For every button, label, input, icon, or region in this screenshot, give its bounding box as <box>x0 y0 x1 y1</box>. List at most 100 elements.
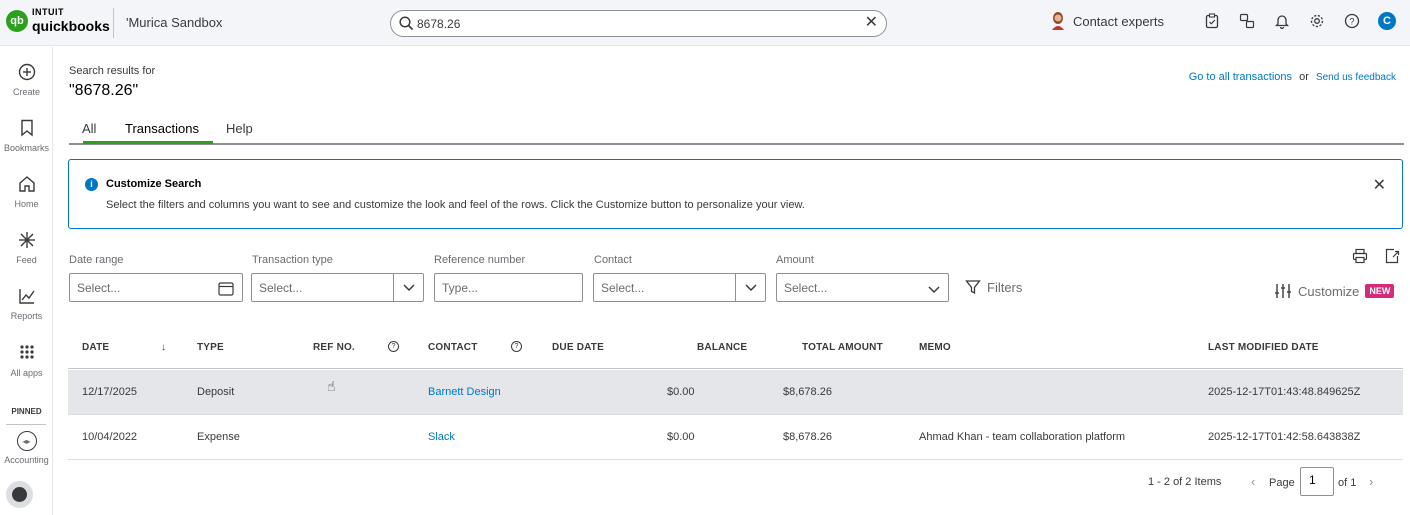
next-page-icon[interactable]: › <box>1369 474 1373 489</box>
cell-last-modified: 2025-12-17T01:42:58.643838Z <box>1208 431 1361 443</box>
amount-label: Amount <box>776 254 814 266</box>
cell-balance: $0.00 <box>667 386 695 398</box>
customize-search-banner: i Customize Search Select the filters an… <box>68 159 1403 229</box>
date-range-input[interactable]: Select... <box>69 273 243 302</box>
settings-gear-icon[interactable] <box>1308 12 1326 30</box>
cell-contact-link[interactable]: Slack <box>428 431 455 443</box>
contact-label: Contact <box>594 254 632 266</box>
rail-item-accounting[interactable]: ◂▸ Accounting <box>0 431 53 465</box>
cell-memo: Ahmad Khan - team collaboration platform <box>919 431 1126 443</box>
page-number-input[interactable]: 1 <box>1300 467 1334 496</box>
rail-item-label: Home <box>14 199 39 209</box>
tab-all[interactable]: All <box>82 121 96 136</box>
send-feedback-link[interactable]: Send us feedback <box>1316 72 1396 83</box>
checklist-icon[interactable] <box>1203 12 1221 30</box>
column-last-modified[interactable]: LAST MODIFIED DATE <box>1208 342 1319 353</box>
logo-intuit-text: INTUIT <box>32 7 64 17</box>
home-icon <box>17 175 37 195</box>
rail-item-create[interactable]: Create <box>0 63 53 97</box>
transaction-type-label: Transaction type <box>252 254 333 266</box>
reference-number-placeholder: Type... <box>442 281 479 295</box>
column-balance[interactable]: BALANCE <box>697 342 747 353</box>
tab-transactions[interactable]: Transactions <box>125 121 199 136</box>
contact-experts-label: Contact experts <box>1072 13 1164 29</box>
cell-date: 10/04/2022 <box>82 431 138 443</box>
help-icon[interactable]: ? <box>1343 12 1361 30</box>
rail-item-feed[interactable]: Feed <box>0 231 53 265</box>
quickbooks-logo[interactable]: qb INTUIT quickbooks <box>6 7 110 34</box>
rail-item-label: Accounting <box>4 455 49 465</box>
chevron-down-icon[interactable] <box>928 283 940 297</box>
close-banner-icon[interactable]: ✕ <box>1373 175 1386 195</box>
date-range-placeholder: Select... <box>77 281 121 295</box>
column-contact[interactable]: CONTACT <box>428 342 478 353</box>
pinned-app-icon[interactable] <box>6 481 33 508</box>
cell-last-modified: 2025-12-17T01:43:48.849625Z <box>1208 386 1361 398</box>
column-date[interactable]: DATE <box>82 342 109 353</box>
search-icon <box>399 16 414 31</box>
reference-number-input[interactable]: Type... <box>434 273 583 302</box>
logo-divider <box>113 8 114 38</box>
cell-total-amount: $8,678.26 <box>783 431 832 443</box>
sliders-icon <box>1275 284 1291 298</box>
tab-help[interactable]: Help <box>226 121 253 136</box>
plus-circle-icon <box>17 63 37 83</box>
or-text: or <box>1299 71 1309 83</box>
transaction-type-select[interactable]: Select... <box>251 273 424 302</box>
rail-item-home[interactable]: Home <box>0 175 53 209</box>
column-total-amount[interactable]: TOTAL AMOUNT <box>802 342 883 353</box>
new-badge: NEW <box>1365 284 1395 298</box>
cell-date: 12/17/2025 <box>82 386 138 398</box>
info-icon: i <box>85 178 98 191</box>
customize-button[interactable]: Customize NEW <box>1274 283 1395 299</box>
chevron-down-icon[interactable] <box>393 274 423 301</box>
transaction-type-placeholder: Select... <box>259 281 303 295</box>
print-icon[interactable] <box>1352 248 1368 267</box>
rail-item-all-apps[interactable]: All apps <box>0 344 53 378</box>
filters-label: Filters <box>987 279 1023 295</box>
rail-item-reports[interactable]: Reports <box>0 287 53 321</box>
table-row[interactable]: 10/04/2022 Expense Slack $0.00 $8,678.26… <box>68 415 1403 460</box>
company-name[interactable]: 'Murica Sandbox <box>126 15 222 30</box>
cell-type: Expense <box>197 431 240 443</box>
top-links: Go to all transactions or Send us feedba… <box>1189 71 1396 83</box>
page-of-total: of 1 <box>1338 477 1357 489</box>
pinned-label: PINNED <box>11 407 42 416</box>
clear-search-icon[interactable]: ✕ <box>865 15 878 31</box>
go-to-all-transactions-link[interactable]: Go to all transactions <box>1189 71 1292 83</box>
reference-number-label: Reference number <box>434 254 526 266</box>
calendar-icon[interactable] <box>218 281 234 299</box>
cell-contact-link[interactable]: Barnett Design <box>428 386 501 398</box>
rail-item-bookmarks[interactable]: Bookmarks <box>0 119 53 153</box>
apps-switch-icon[interactable] <box>1238 12 1256 30</box>
contact-help-icon[interactable]: ? <box>511 341 522 352</box>
prev-page-icon[interactable]: ‹ <box>1251 474 1255 489</box>
filters-button[interactable]: Filters <box>965 279 1022 295</box>
export-icon[interactable] <box>1384 248 1400 267</box>
table-row[interactable]: 12/17/2025 Deposit Barnett Design $0.00 … <box>68 370 1403 415</box>
global-search-input[interactable]: 8678.26 ✕ <box>390 10 887 37</box>
column-type[interactable]: TYPE <box>197 342 224 353</box>
notifications-bell-icon[interactable] <box>1273 12 1291 30</box>
rail-item-label: All apps <box>10 368 43 378</box>
svg-text:?: ? <box>1349 17 1354 27</box>
results-table-header: DATE ↓ TYPE REF NO. ? CONTACT ? DUE DATE… <box>68 330 1403 369</box>
amount-select[interactable]: Select... <box>776 273 949 302</box>
cell-type: Deposit <box>197 386 235 398</box>
items-count: 1 - 2 of 2 Items <box>1148 476 1222 488</box>
bookmark-icon <box>17 119 37 139</box>
top-bar: qb INTUIT quickbooks 'Murica Sandbox 867… <box>0 0 1410 46</box>
cell-total-amount: $8,678.26 <box>783 386 832 398</box>
chevron-down-icon[interactable] <box>735 274 765 301</box>
logo-quickbooks-text: quickbooks <box>32 18 110 34</box>
sort-down-arrow-icon[interactable]: ↓ <box>161 342 166 353</box>
line-chart-icon <box>17 287 37 307</box>
ref-no-help-icon[interactable]: ? <box>388 341 399 352</box>
column-memo[interactable]: MEMO <box>919 342 951 353</box>
contact-select[interactable]: Select... <box>593 273 766 302</box>
contact-experts-button[interactable]: Contact experts <box>1050 12 1164 30</box>
column-due-date[interactable]: DUE DATE <box>552 342 604 353</box>
rail-item-label: Reports <box>10 311 43 321</box>
user-avatar[interactable]: C <box>1378 12 1396 30</box>
column-ref-no[interactable]: REF NO. <box>313 342 355 353</box>
